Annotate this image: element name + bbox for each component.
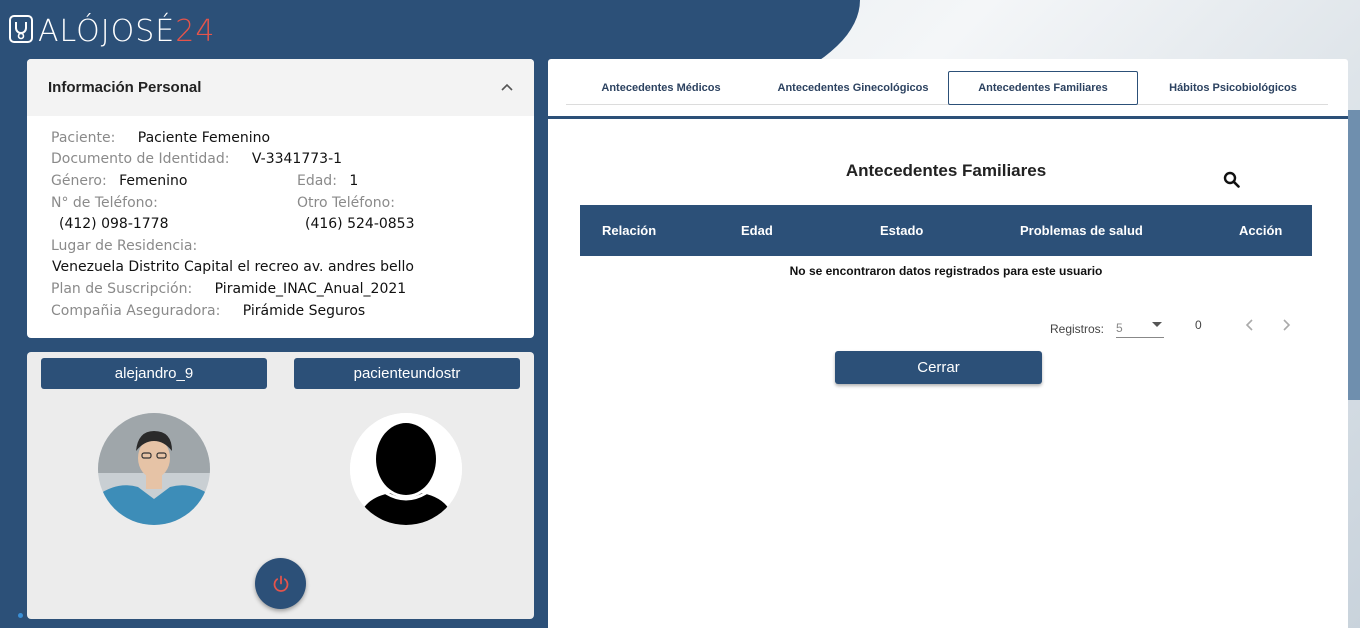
edad-value: 1: [349, 173, 359, 189]
otro-telefono-label: Otro Teléfono:: [297, 195, 395, 211]
documento-value: V-3341773-1: [251, 151, 343, 167]
registros-label: Registros:: [1050, 322, 1105, 336]
chevron-up-icon[interactable]: [500, 81, 514, 95]
telefono-value: (412) 098-1778: [59, 216, 169, 232]
edad-label: Edad:: [297, 173, 337, 189]
tab-antecedentes-medicos[interactable]: Antecedentes Médicos: [566, 71, 756, 105]
residencia-value: Venezuela Distrito Capital el recreo av.…: [52, 259, 414, 275]
tab-antecedentes-ginecologicos[interactable]: Antecedentes Ginecológicos: [758, 71, 948, 105]
plan-value: Piramide_INAC_Anual_2021: [214, 281, 407, 297]
main-panel: Antecedentes Médicos Antecedentes Gineco…: [548, 59, 1348, 628]
genero-label: Género:: [51, 173, 107, 189]
user-button-doctor[interactable]: alejandro_9: [41, 358, 267, 389]
doctor-photo-icon: [98, 413, 210, 525]
page-size-select[interactable]: 5: [1116, 318, 1164, 338]
caret-down-icon: [1152, 322, 1162, 327]
genero-value: Femenino: [119, 173, 188, 189]
personal-info-card: Información Personal Paciente: Paciente …: [27, 59, 534, 338]
table-header: Relación Edad Estado Problemas de salud …: [580, 205, 1312, 256]
chevron-left-icon[interactable]: [1243, 318, 1257, 332]
patient-avatar: [350, 413, 462, 525]
search-icon[interactable]: [1223, 171, 1240, 188]
power-icon: [273, 575, 288, 592]
documento-label: Documento de Identidad:: [51, 151, 230, 167]
personal-info-header[interactable]: Información Personal: [27, 59, 534, 116]
doctor-avatar: [98, 413, 210, 525]
logo-text-accent: 24: [175, 13, 216, 49]
telefono-label: N° de Teléfono:: [51, 195, 158, 211]
page-size-value: 5: [1116, 321, 1123, 335]
logo-text-main: ALÓJOSÉ: [38, 13, 176, 49]
tab-underline: [548, 116, 1348, 119]
user-button-patient[interactable]: pacienteundostr: [294, 358, 520, 389]
users-panel: alejandro_9 pacienteundostr: [27, 352, 534, 619]
tab-antecedentes-familiares[interactable]: Antecedentes Familiares: [948, 71, 1138, 105]
status-dot: [18, 613, 23, 618]
aseguradora-label: Compañia Aseguradora:: [51, 303, 221, 319]
logout-button[interactable]: [255, 558, 306, 609]
background-edge: [1348, 110, 1360, 400]
empty-table-message: No se encontraron datos registrados para…: [789, 264, 1103, 278]
column-estado: Estado: [880, 223, 924, 238]
plan-label: Plan de Suscripción:: [51, 281, 193, 297]
record-count: 0: [1195, 318, 1202, 332]
close-button[interactable]: Cerrar: [835, 351, 1042, 384]
aseguradora-value: Pirámide Seguros: [242, 303, 366, 319]
tab-habitos-psicobiologicos[interactable]: Hábitos Psicobiológicos: [1138, 71, 1328, 105]
personal-info-body: Paciente: Paciente Femenino Documento de…: [27, 116, 534, 338]
app-logo: ALÓJOSÉ24: [8, 10, 215, 52]
personal-info-title: Información Personal: [48, 79, 202, 96]
chevron-right-icon[interactable]: [1279, 318, 1293, 332]
column-accion: Acción: [1239, 223, 1283, 238]
paciente-value: Paciente Femenino: [137, 130, 271, 146]
column-edad: Edad: [741, 223, 773, 238]
column-relacion: Relación: [602, 223, 657, 238]
residencia-label: Lugar de Residencia:: [51, 238, 198, 254]
otro-telefono-value: (416) 524-0853: [305, 216, 415, 232]
column-problemas-salud: Problemas de salud: [1020, 223, 1143, 238]
tab-bar: Antecedentes Médicos Antecedentes Gineco…: [566, 71, 1328, 105]
user-silhouette-icon: [350, 413, 462, 525]
stethoscope-icon: [9, 15, 33, 43]
paciente-label: Paciente:: [51, 130, 116, 146]
